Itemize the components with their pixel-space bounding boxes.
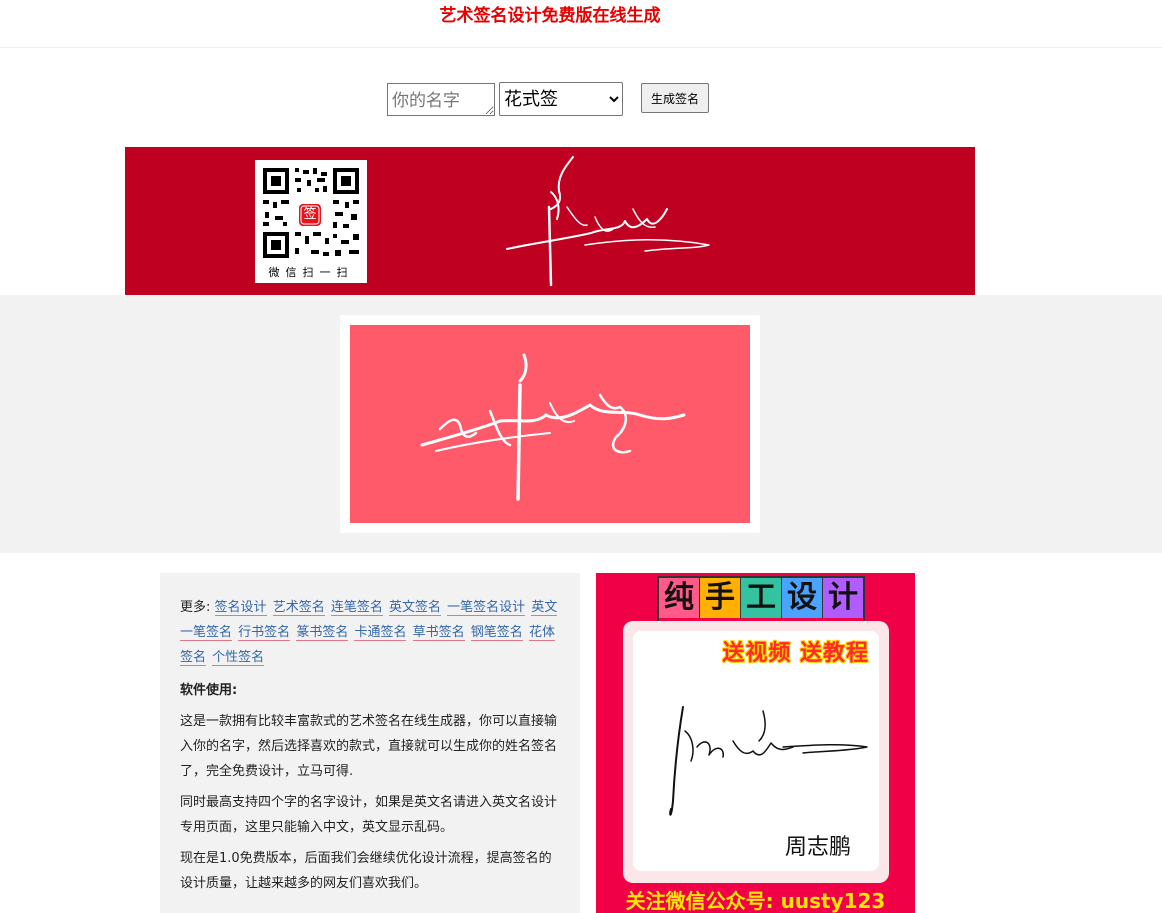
link-art-signature[interactable]: 艺术签名 bbox=[272, 600, 325, 616]
ad-title-char: 手 bbox=[700, 578, 741, 618]
ad-card: 送视频 送教程 周志鹏 bbox=[633, 631, 879, 871]
signature-result bbox=[350, 325, 750, 523]
banner: 签 微信扫一扫 bbox=[125, 147, 975, 295]
link-connected-signature[interactable]: 连笔签名 bbox=[330, 600, 383, 616]
link-running-script[interactable]: 行书签名 bbox=[238, 625, 291, 641]
qr-code: 签 微信扫一扫 bbox=[255, 160, 367, 283]
generate-signature-button[interactable]: 生成签名 bbox=[641, 83, 709, 113]
title-divider bbox=[0, 47, 1162, 48]
link-cartoon-signature[interactable]: 卡通签名 bbox=[354, 625, 407, 641]
ad-footer: 关注微信公众号: uusty123 bbox=[625, 889, 886, 913]
ad-title-char: 纯 bbox=[659, 578, 700, 618]
link-cursive-signature[interactable]: 草书签名 bbox=[412, 625, 465, 641]
name-input[interactable] bbox=[387, 83, 495, 116]
link-signature-design[interactable]: 签名设计 bbox=[214, 600, 267, 616]
result-frame bbox=[340, 315, 760, 533]
usage-paragraph-3: 现在是1.0免费版本，后面我们会继续优化设计流程，提高签名的设计质量，让越来越多… bbox=[180, 851, 552, 891]
ad-title-char: 工 bbox=[741, 578, 782, 618]
usage-paragraph-2: 同时最高支持四个字的名字设计，如果是英文名请进入英文名设计专用页面，这里只能输入… bbox=[180, 795, 558, 835]
qr-center-glyph: 签 bbox=[303, 207, 317, 222]
link-seal-script[interactable]: 篆书签名 bbox=[296, 625, 349, 641]
banner-signature-image bbox=[506, 156, 710, 287]
result-band bbox=[0, 295, 1162, 553]
ad-banner[interactable]: 纯 手 工 设 计 送视频 送教程 周志鹏 关注微信公众号: uusty123 bbox=[596, 573, 915, 913]
ad-title-char: 计 bbox=[823, 578, 863, 618]
link-english-signature[interactable]: 英文签名 bbox=[389, 600, 442, 616]
info-panel: 更多: 签名设计 艺术签名 连笔签名 英文签名 一笔签名设计 英文一笔签名 行书… bbox=[160, 573, 580, 913]
more-links: 更多: 签名设计 艺术签名 连笔签名 英文签名 一笔签名设计 英文一笔签名 行书… bbox=[180, 595, 560, 670]
usage-heading: 软件使用: bbox=[180, 683, 238, 698]
ad-title-char: 设 bbox=[782, 578, 823, 618]
more-prefix: 更多: bbox=[180, 600, 211, 615]
qr-caption: 微信扫一扫 bbox=[268, 266, 354, 279]
usage-paragraph-1: 这是一款拥有比较丰富款式的艺术签名在线生成器，你可以直接输入你的名字，然后选择喜… bbox=[180, 714, 558, 779]
signature-result-image bbox=[420, 353, 686, 501]
ad-sample-name: 周志鹏 bbox=[785, 835, 852, 860]
ad-sample-signature bbox=[669, 706, 868, 816]
link-one-stroke-design[interactable]: 一笔签名设计 bbox=[447, 600, 526, 616]
ad-title: 纯 手 工 设 计 bbox=[657, 576, 865, 624]
ad-card-frame: 送视频 送教程 周志鹏 bbox=[623, 621, 889, 883]
style-select[interactable]: 花式签 bbox=[499, 82, 623, 116]
ad-promo: 送视频 送教程 bbox=[722, 641, 869, 666]
link-pen-signature[interactable]: 钢笔签名 bbox=[470, 625, 523, 641]
page-title: 艺术签名设计免费版在线生成 bbox=[439, 6, 661, 26]
link-personal-signature[interactable]: 个性签名 bbox=[212, 650, 265, 666]
